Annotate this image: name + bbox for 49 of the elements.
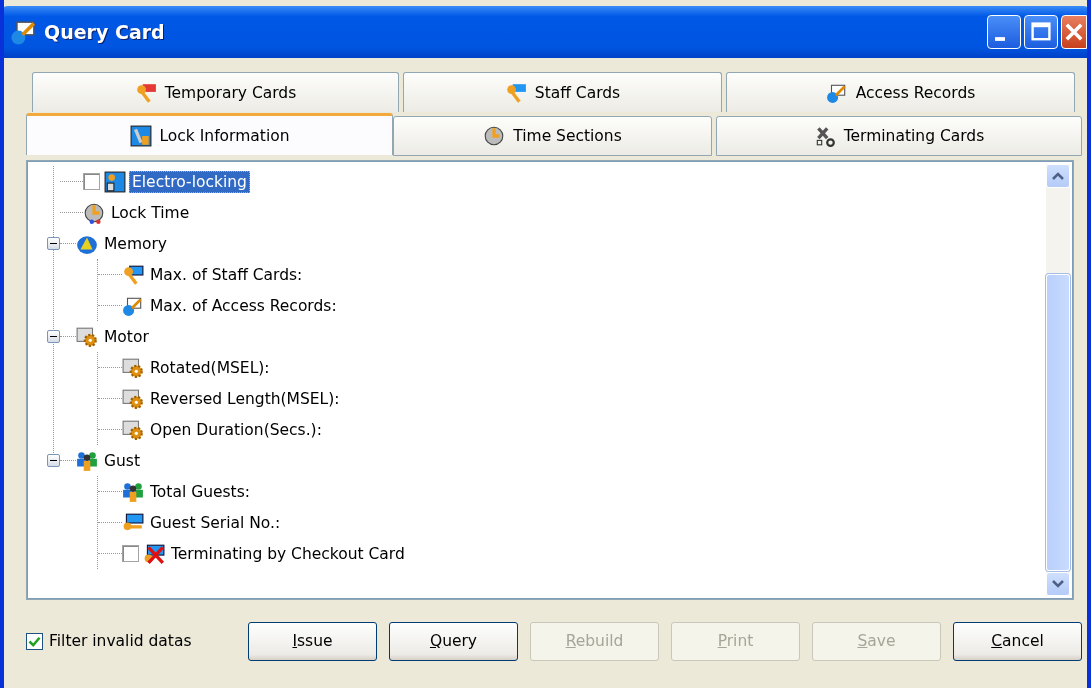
people-icon — [122, 480, 144, 503]
tab[interactable]: Temporary Cards — [32, 72, 399, 112]
key-flag-icon — [504, 81, 527, 104]
checkbox[interactable] — [26, 632, 43, 650]
tree-item[interactable]: Rotated(MSEL): — [147, 356, 273, 379]
collapse-toggle[interactable] — [47, 237, 60, 250]
tree-item[interactable]: Open Duration(Secs.): — [147, 418, 325, 441]
people-icon — [76, 449, 98, 472]
tree-item[interactable]: Lock Time — [108, 201, 193, 224]
collapse-toggle[interactable] — [47, 330, 60, 343]
dialog-button[interactable]: Query — [389, 621, 518, 661]
tree-item[interactable]: Max. of Access Records: — [147, 294, 340, 317]
gear-icon — [122, 356, 144, 379]
window-title: Query Card — [44, 21, 166, 43]
key-flag-icon — [134, 81, 157, 104]
tree-item[interactable]: Total Guests: — [147, 480, 253, 503]
scrollbar[interactable] — [1046, 164, 1070, 596]
collapse-toggle[interactable] — [47, 454, 60, 467]
minimize-icon — [995, 37, 1005, 41]
tab[interactable]: Time Sections — [393, 116, 712, 156]
scroll-up-icon[interactable] — [1046, 164, 1070, 188]
tab[interactable]: Terminating Cards — [716, 116, 1082, 156]
close-button[interactable] — [1061, 15, 1087, 49]
tree-item[interactable]: Max. of Staff Cards: — [147, 263, 306, 286]
tree-item[interactable]: Gust — [101, 449, 143, 472]
maximize-button[interactable] — [1024, 15, 1058, 49]
crossed-card-icon — [143, 542, 165, 565]
dialog-button[interactable]: Issue — [248, 621, 377, 661]
gear-icon — [76, 325, 98, 348]
clock-icon — [483, 125, 506, 147]
tab[interactable]: Staff Cards — [403, 72, 722, 112]
clock-icon — [83, 201, 105, 224]
tree-item[interactable]: Electro-locking — [129, 170, 250, 193]
scroll-down-icon[interactable] — [1046, 572, 1070, 596]
dialog-button[interactable]: Cancel — [953, 621, 1082, 661]
gear-icon — [122, 387, 144, 410]
checkbox[interactable] — [122, 545, 139, 562]
tree-item[interactable]: Motor — [101, 325, 152, 348]
tree-item[interactable]: Reversed Length(MSEL): — [147, 387, 343, 410]
minimize-button[interactable] — [987, 15, 1021, 49]
checkbox[interactable] — [83, 173, 100, 190]
gear-icon — [122, 418, 144, 441]
tab[interactable]: Lock Information — [26, 113, 393, 155]
tree-item[interactable]: Memory — [101, 232, 171, 255]
tree-item[interactable]: Terminating by Checkout Card — [168, 542, 408, 565]
checkbox-label: Filter invalid datas — [49, 632, 192, 650]
scroll-thumb[interactable] — [1046, 274, 1070, 571]
tree-item[interactable]: Guest Serial No.: — [147, 511, 284, 534]
tab[interactable]: Access Records — [726, 72, 1075, 112]
